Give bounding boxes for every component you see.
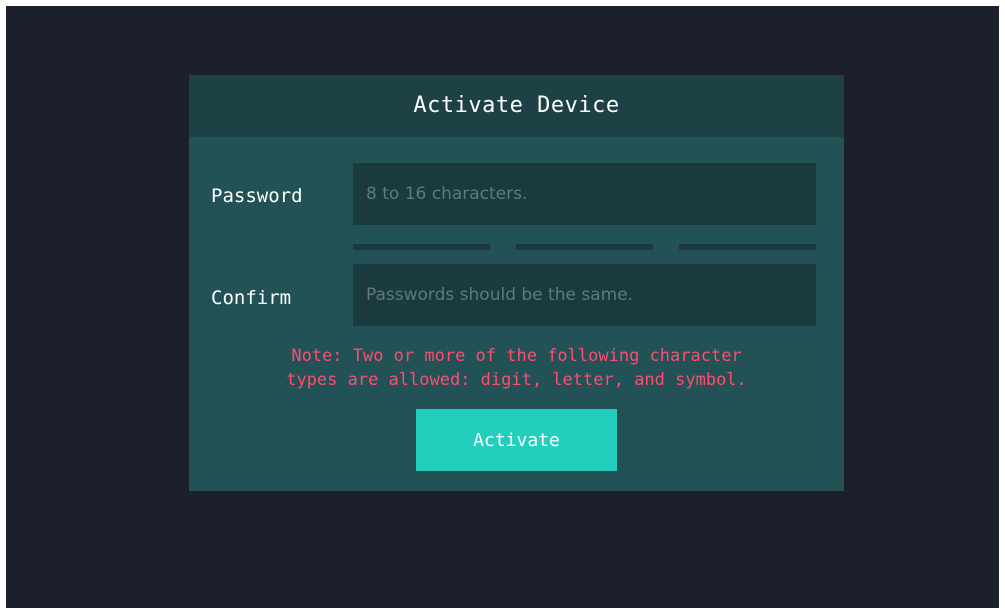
password-rule-note: Note: Two or more of the following chara… [189,344,844,392]
activate-button[interactable]: Activate [416,409,617,471]
password-strength-segment-2 [516,244,653,250]
note-line-2: types are allowed: digit, letter, and sy… [286,370,747,390]
device-screen: Activate Device Password Confirm Note: T… [6,6,999,608]
dialog-title: Activate Device [413,93,620,118]
password-strength-segment-1 [353,244,490,250]
note-line-1: Note: Two or more of the following chara… [291,346,742,366]
password-input[interactable] [353,163,816,225]
dialog-header: Activate Device [189,75,844,137]
password-label: Password [211,185,303,207]
confirm-label: Confirm [211,287,292,309]
activate-device-dialog: Activate Device Password Confirm Note: T… [189,75,844,491]
password-strength-segment-3 [679,244,816,250]
confirm-password-input[interactable] [353,264,816,326]
